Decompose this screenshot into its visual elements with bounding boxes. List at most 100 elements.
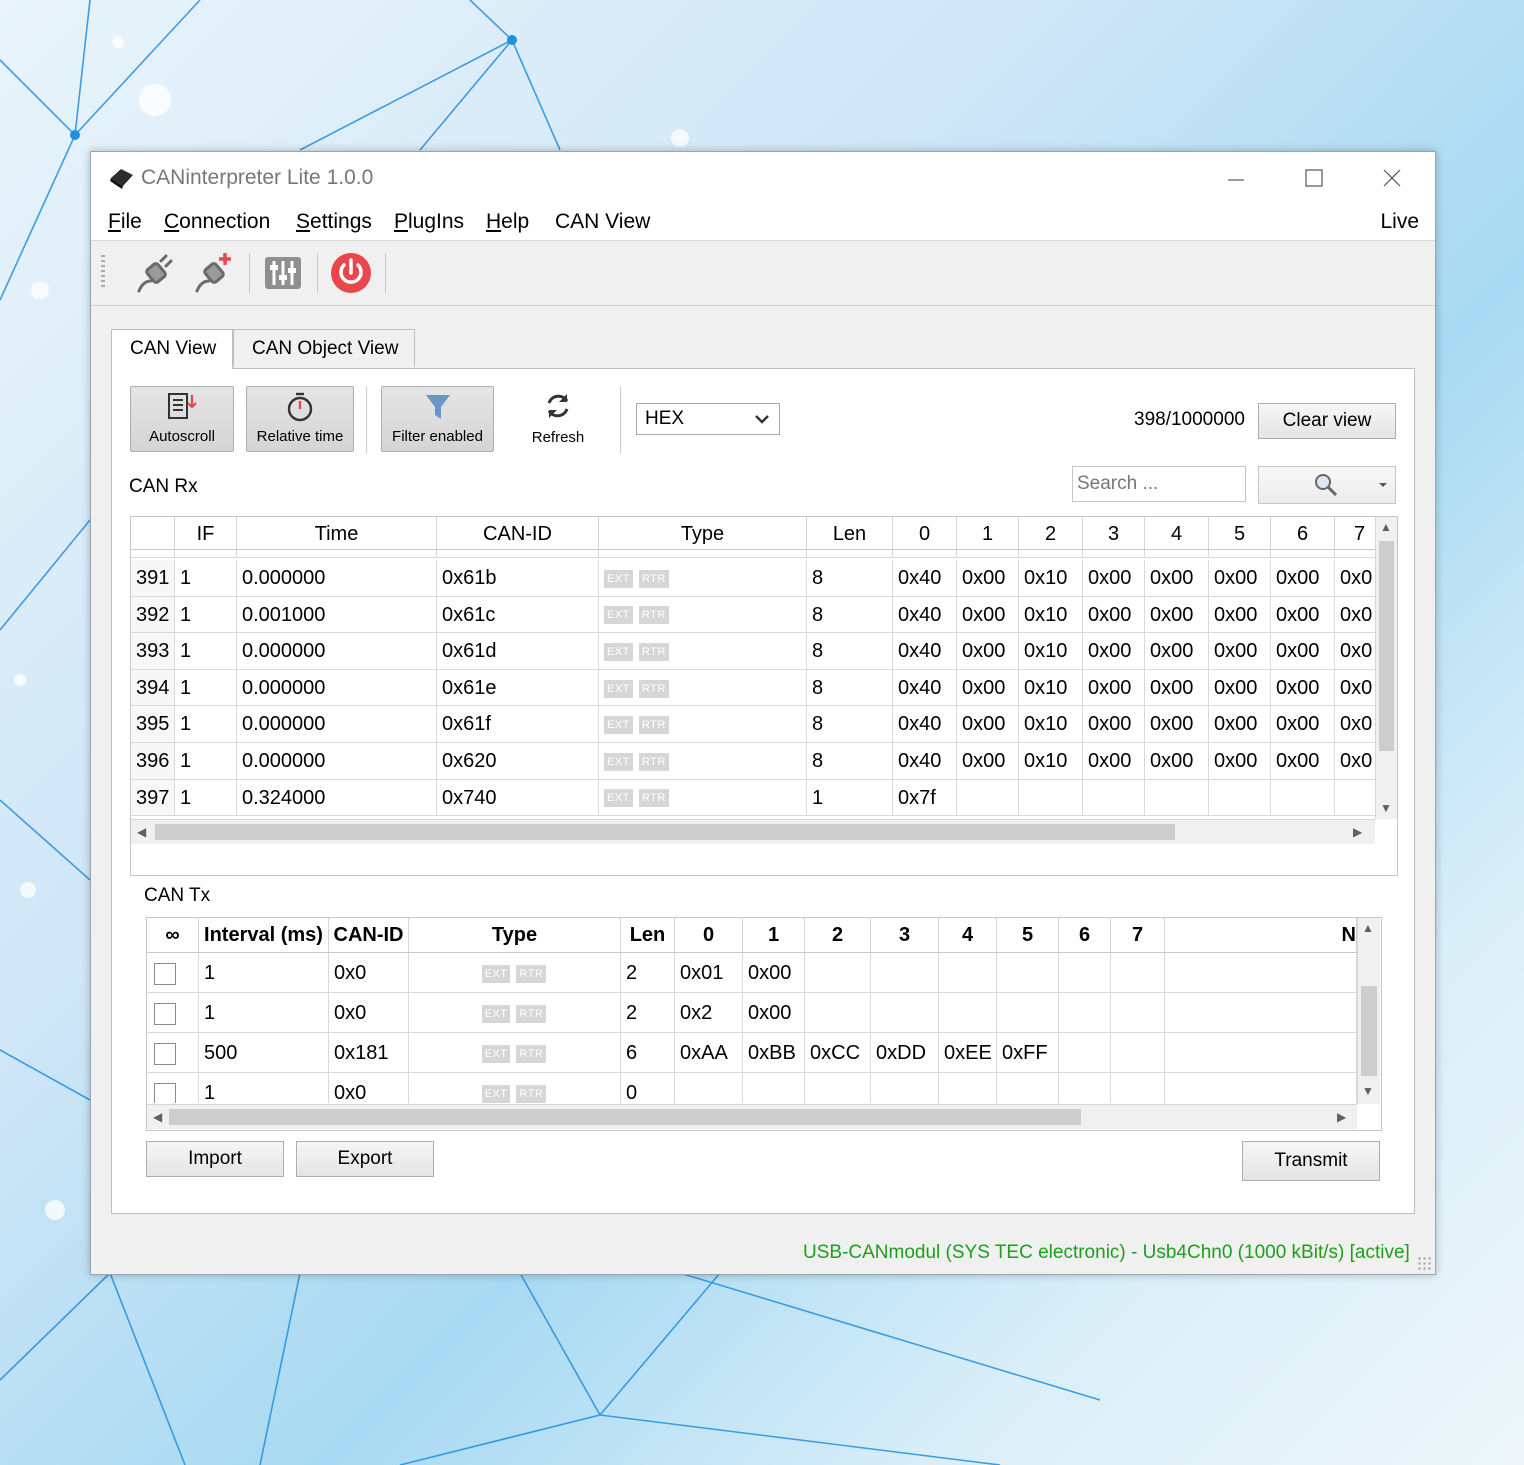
column-header[interactable]: Time bbox=[237, 517, 437, 549]
table-row[interactable]: 394 1 0.000000 0x61e EXT RTR 8 0x40 0x00 0x10 0x00… bbox=[131, 669, 1375, 707]
column-header[interactable]: 6 bbox=[1271, 517, 1335, 549]
column-header[interactable]: Type bbox=[599, 517, 807, 549]
minimize-button[interactable] bbox=[1197, 152, 1275, 204]
scroll-thumb[interactable] bbox=[1361, 986, 1377, 1076]
scroll-thumb[interactable] bbox=[1379, 541, 1394, 751]
refresh-button[interactable]: Refresh bbox=[518, 386, 598, 452]
table-cell: 0x00 bbox=[957, 743, 1019, 780]
column-header[interactable]: 0 bbox=[893, 517, 957, 549]
menu-can-view[interactable]: CAN View bbox=[555, 210, 650, 234]
menu-help[interactable]: Help bbox=[486, 210, 529, 234]
tab-can-view[interactable]: CAN View bbox=[111, 329, 233, 369]
app-logo-icon bbox=[110, 169, 133, 189]
export-button[interactable]: Export bbox=[296, 1141, 434, 1177]
table-row[interactable]: 391 1 0.000000 0x61b EXT RTR 8 0x40 0x00 0x10 0x00… bbox=[131, 560, 1375, 597]
column-header[interactable]: 4 bbox=[1145, 517, 1209, 549]
scroll-right-icon[interactable]: ▶ bbox=[1337, 1110, 1346, 1124]
search-input[interactable]: Search ... bbox=[1072, 466, 1246, 502]
close-button[interactable] bbox=[1353, 152, 1431, 204]
table-row[interactable]: 500 0x181 EXT RTR 6 0xAA 0xBB 0xCC 0xDD 0xEE 0xFF bbox=[147, 1033, 1357, 1073]
table-row[interactable]: 396 1 0.000000 0x620 EXT RTR 8 0x40 0x00 0x10 0x00… bbox=[131, 743, 1375, 780]
can-rx-table: IF Time CAN-ID Type Len 0 1 2 3 4 5 6 7 391 1 0.000000… bbox=[130, 516, 1398, 876]
table-cell bbox=[957, 779, 1019, 817]
relative-time-button[interactable]: Relative time bbox=[246, 386, 354, 452]
column-header[interactable]: 6 bbox=[1059, 918, 1111, 952]
table-cell: 0x00 bbox=[1271, 633, 1335, 670]
format-select[interactable]: HEX bbox=[636, 403, 780, 435]
repeat-checkbox[interactable] bbox=[154, 1082, 176, 1103]
column-header[interactable]: Interval (ms) bbox=[199, 918, 329, 952]
column-header[interactable]: ∞ bbox=[147, 918, 199, 952]
repeat-checkbox[interactable] bbox=[154, 962, 176, 985]
rx-vertical-scrollbar[interactable]: ▲ ▼ bbox=[1375, 517, 1397, 819]
toolbar-grip[interactable] bbox=[101, 255, 105, 289]
column-header[interactable]: 4 bbox=[939, 918, 997, 952]
column-header[interactable]: 2 bbox=[805, 918, 871, 952]
column-header[interactable]: 1 bbox=[743, 918, 805, 952]
clear-view-button[interactable]: Clear view bbox=[1258, 403, 1396, 439]
repeat-checkbox[interactable] bbox=[154, 1042, 176, 1065]
search-button[interactable] bbox=[1258, 466, 1396, 504]
column-header[interactable]: 1 bbox=[957, 517, 1019, 549]
column-header[interactable]: 3 bbox=[1083, 517, 1145, 549]
add-connection-plug-icon[interactable] bbox=[191, 251, 235, 295]
column-header[interactable]: N bbox=[1165, 918, 1357, 952]
table-row[interactable]: 395 1 0.000000 0x61f EXT RTR 8 0x40 0x00 0x10 0x00… bbox=[131, 706, 1375, 743]
scroll-thumb[interactable] bbox=[169, 1109, 1081, 1125]
repeat-checkbox[interactable] bbox=[154, 1002, 176, 1025]
scroll-down-icon[interactable]: ▼ bbox=[1362, 1084, 1374, 1098]
table-cell: 0x00 bbox=[1083, 560, 1145, 597]
column-header[interactable]: 0 bbox=[675, 918, 743, 952]
table-cell: 2 bbox=[621, 993, 675, 1033]
scroll-thumb[interactable] bbox=[155, 824, 1175, 840]
table-cell bbox=[997, 953, 1059, 993]
chevron-down-icon bbox=[755, 415, 769, 424]
column-header[interactable]: Type bbox=[409, 918, 621, 952]
resize-grip[interactable] bbox=[1417, 1256, 1431, 1270]
table-cell bbox=[805, 1073, 871, 1103]
menu-connection[interactable]: Connection bbox=[164, 210, 270, 234]
column-header[interactable]: CAN-ID bbox=[437, 517, 599, 549]
table-row-partial[interactable] bbox=[131, 550, 1375, 558]
column-header[interactable]: IF bbox=[175, 517, 237, 549]
table-row[interactable]: 397 1 0.324000 0x740 EXT RTR 1 0x7f bbox=[131, 779, 1375, 817]
column-header[interactable]: 5 bbox=[997, 918, 1059, 952]
menu-file[interactable]: File bbox=[108, 210, 142, 234]
tx-vertical-scrollbar[interactable]: ▲ ▼ bbox=[1357, 918, 1380, 1104]
column-header[interactable]: 7 bbox=[1111, 918, 1165, 952]
power-icon[interactable] bbox=[329, 251, 373, 295]
connect-plug-icon[interactable] bbox=[133, 251, 177, 295]
tab-can-object-view[interactable]: CAN Object View bbox=[233, 329, 415, 367]
column-header[interactable]: CAN-ID bbox=[329, 918, 409, 952]
column-header[interactable]: Len bbox=[621, 918, 675, 952]
scroll-up-icon[interactable]: ▲ bbox=[1362, 921, 1374, 935]
table-cell bbox=[147, 1033, 199, 1073]
maximize-button[interactable] bbox=[1275, 152, 1353, 204]
column-header[interactable]: Len bbox=[807, 517, 893, 549]
scroll-left-icon[interactable]: ◀ bbox=[153, 1110, 162, 1124]
table-row[interactable]: 1 0x0 EXT RTR 2 0x2 0x00 bbox=[147, 993, 1357, 1033]
scroll-down-icon[interactable]: ▼ bbox=[1380, 801, 1392, 815]
filter-button[interactable]: Filter enabled bbox=[381, 386, 494, 452]
column-header[interactable]: 2 bbox=[1019, 517, 1083, 549]
table-cell: 0x61d bbox=[437, 633, 599, 670]
scroll-up-icon[interactable]: ▲ bbox=[1380, 520, 1392, 534]
table-row[interactable]: 1 0x0 EXT RTR 0 bbox=[147, 1073, 1357, 1103]
table-row[interactable]: 393 1 0.000000 0x61d EXT RTR 8 0x40 0x00 0x10 0x00… bbox=[131, 633, 1375, 670]
rx-horizontal-scrollbar[interactable]: ◀ ▶ bbox=[131, 819, 1375, 844]
autoscroll-button[interactable]: Autoscroll bbox=[130, 386, 234, 452]
scroll-right-icon[interactable]: ▶ bbox=[1353, 825, 1362, 839]
table-row[interactable]: 1 0x0 EXT RTR 2 0x01 0x00 bbox=[147, 953, 1357, 993]
import-button[interactable]: Import bbox=[146, 1141, 284, 1177]
transmit-button[interactable]: Transmit bbox=[1242, 1141, 1380, 1181]
column-header[interactable]: 3 bbox=[871, 918, 939, 952]
column-header[interactable] bbox=[131, 517, 175, 549]
settings-sliders-icon[interactable] bbox=[261, 251, 305, 295]
table-cell: 0 bbox=[621, 1073, 675, 1103]
tx-horizontal-scrollbar[interactable]: ◀ ▶ bbox=[147, 1104, 1357, 1129]
menu-plugins[interactable]: PlugIns bbox=[394, 210, 464, 234]
table-row[interactable]: 392 1 0.001000 0x61c EXT RTR 8 0x40 0x00 0x10 0x00… bbox=[131, 596, 1375, 634]
column-header[interactable]: 5 bbox=[1209, 517, 1271, 549]
menu-settings[interactable]: Settings bbox=[296, 210, 372, 234]
scroll-left-icon[interactable]: ◀ bbox=[137, 825, 146, 839]
